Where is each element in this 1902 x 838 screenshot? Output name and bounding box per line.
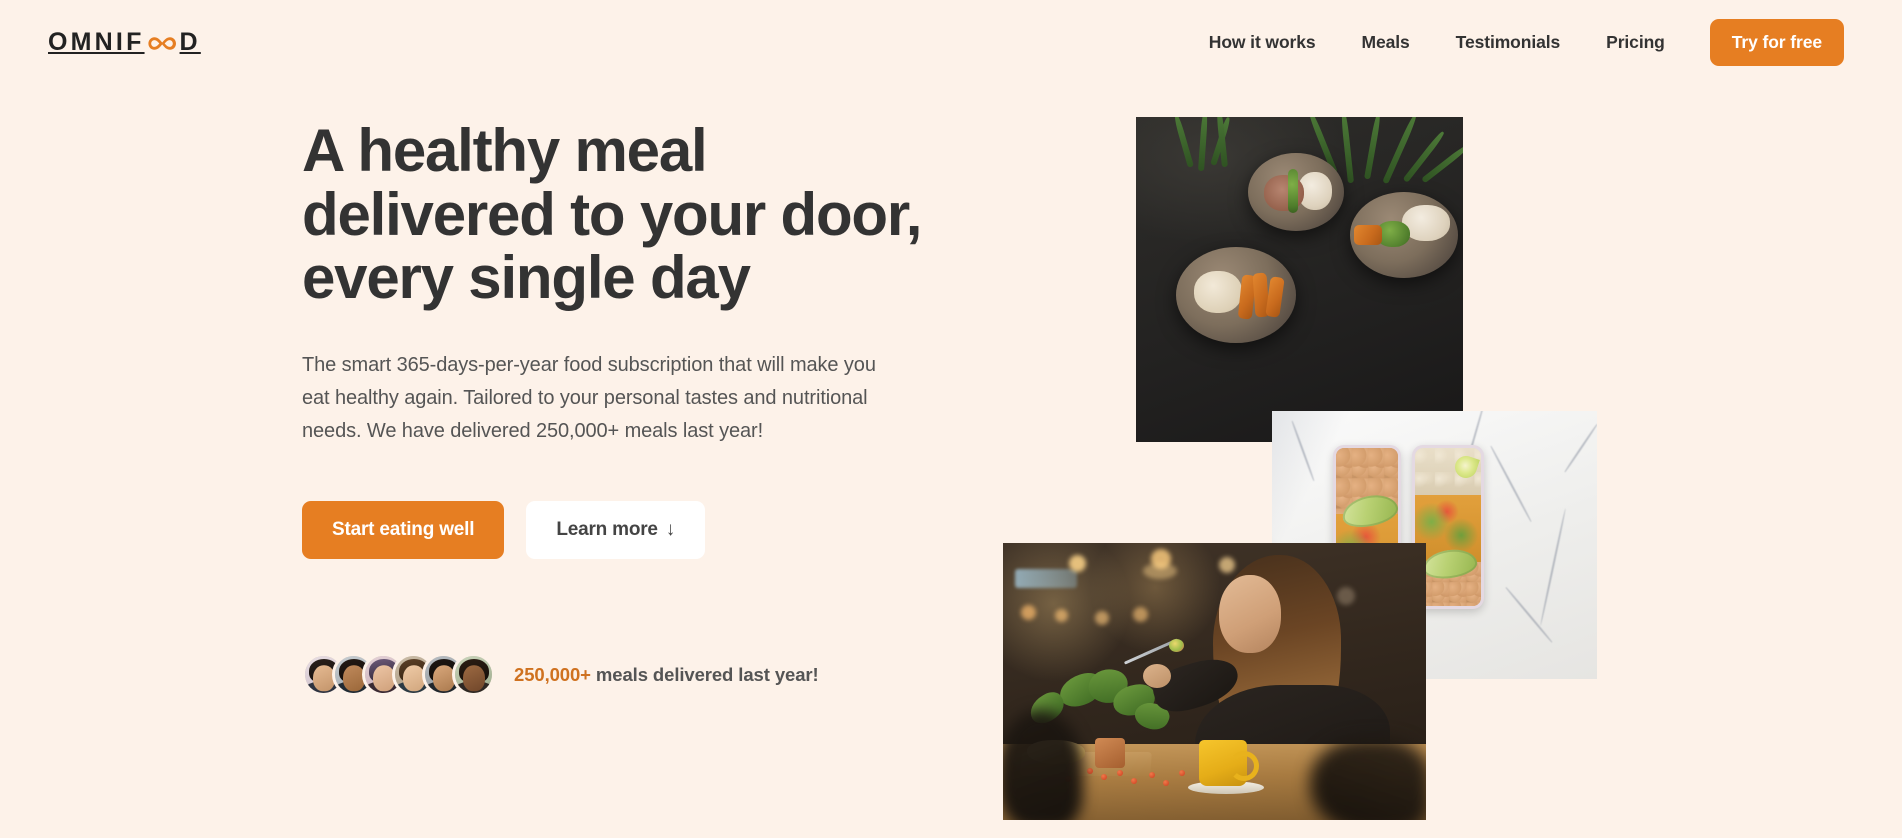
nav-item-meals[interactable]: Meals bbox=[1339, 32, 1433, 53]
brand-logo[interactable]: OMNIF D bbox=[48, 28, 201, 57]
hero-section: A healthy meal delivered to your door, e… bbox=[0, 84, 1902, 838]
logo-text-end: D bbox=[179, 27, 201, 56]
hero-heading: A healthy meal delivered to your door, e… bbox=[302, 117, 922, 312]
learn-more-label: Learn more bbox=[556, 519, 658, 541]
infinity-icon bbox=[146, 34, 178, 53]
learn-more-button[interactable]: Learn more ↓ bbox=[526, 501, 706, 560]
customer-avatar-group bbox=[302, 653, 495, 697]
start-eating-well-button[interactable]: Start eating well bbox=[302, 501, 505, 560]
delivered-meals-text: 250,000+ meals delivered last year! bbox=[514, 664, 819, 686]
hero-description: The smart 365-days-per-year food subscri… bbox=[302, 353, 876, 443]
main-navigation: How it works Meals Testimonials Pricing … bbox=[1186, 18, 1844, 66]
arrow-down-icon: ↓ bbox=[665, 519, 676, 541]
hero-image-group bbox=[0, 84, 1902, 838]
hero-text-column: A healthy meal delivered to your door, e… bbox=[302, 117, 942, 697]
hero-photo-bowls bbox=[1136, 117, 1463, 442]
customer-avatar-6 bbox=[452, 653, 495, 697]
hero-photo-woman-eating bbox=[1003, 543, 1426, 820]
page-header: OMNIF D How it works Meals Testimonials … bbox=[0, 0, 1902, 84]
nav-item-testimonials[interactable]: Testimonials bbox=[1433, 32, 1583, 53]
nav-item-how-it-works[interactable]: How it works bbox=[1186, 32, 1339, 53]
hero-button-group: Start eating well Learn more ↓ bbox=[302, 501, 942, 560]
try-for-free-button[interactable]: Try for free bbox=[1709, 18, 1844, 66]
delivered-meals-label: meals delivered last year! bbox=[590, 663, 819, 685]
logo-text-start: OMNIF bbox=[48, 27, 145, 56]
delivered-meals-count: 250,000+ bbox=[514, 663, 591, 685]
delivered-meals-stat: 250,000+ meals delivered last year! bbox=[302, 653, 942, 697]
nav-item-pricing[interactable]: Pricing bbox=[1583, 32, 1688, 53]
